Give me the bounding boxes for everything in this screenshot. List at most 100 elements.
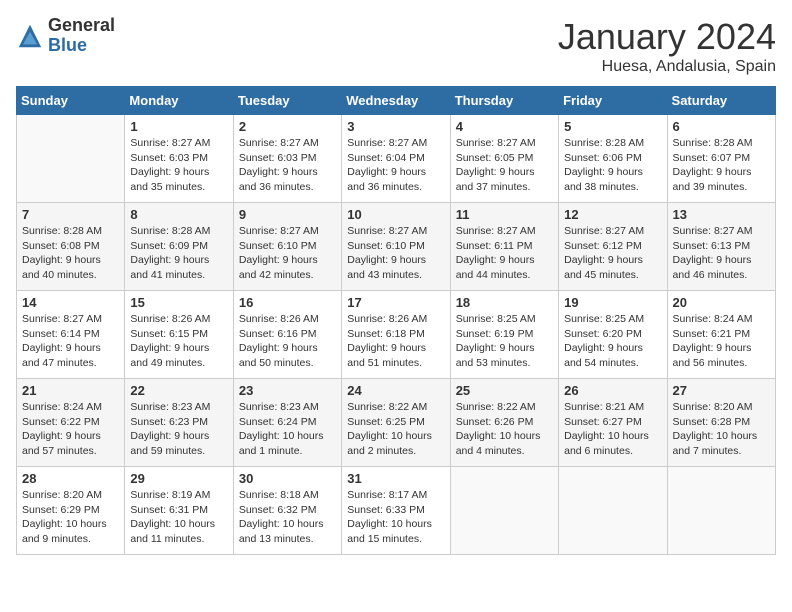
title-section: January 2024 Huesa, Andalusia, Spain [558, 16, 776, 76]
day-number: 25 [456, 383, 553, 398]
day-number: 5 [564, 119, 661, 134]
calendar-cell: 5 Sunrise: 8:28 AM Sunset: 6:06 PM Daylig… [559, 115, 667, 203]
calendar-cell: 21 Sunrise: 8:24 AM Sunset: 6:22 PM Dayli… [17, 379, 125, 467]
calendar-cell [559, 467, 667, 555]
day-info: Sunrise: 8:27 AM Sunset: 6:05 PM Dayligh… [456, 136, 553, 195]
day-info: Sunrise: 8:28 AM Sunset: 6:07 PM Dayligh… [673, 136, 770, 195]
day-number: 1 [130, 119, 227, 134]
day-info: Sunrise: 8:27 AM Sunset: 6:12 PM Dayligh… [564, 224, 661, 283]
calendar-cell: 11 Sunrise: 8:27 AM Sunset: 6:11 PM Dayli… [450, 203, 558, 291]
calendar-cell [667, 467, 775, 555]
calendar-cell: 12 Sunrise: 8:27 AM Sunset: 6:12 PM Dayli… [559, 203, 667, 291]
day-number: 2 [239, 119, 336, 134]
day-info: Sunrise: 8:27 AM Sunset: 6:13 PM Dayligh… [673, 224, 770, 283]
week-row-1: 1 Sunrise: 8:27 AM Sunset: 6:03 PM Daylig… [17, 115, 776, 203]
calendar-cell: 29Sunrise: 8:19 AM Sunset: 6:31 PM Dayli… [125, 467, 233, 555]
week-row-5: 28 Sunrise: 8:20 AM Sunset: 6:29 PM Dayli… [17, 467, 776, 555]
day-info: Sunrise: 8:17 AM Sunset: 6:33 PM Dayligh… [347, 488, 444, 547]
location-subtitle: Huesa, Andalusia, Spain [558, 58, 776, 76]
day-number: 22 [130, 383, 227, 398]
day-info: Sunrise: 8:20 AM Sunset: 6:28 PM Dayligh… [673, 400, 770, 459]
day-number: 19 [564, 295, 661, 310]
calendar-cell: 18 Sunrise: 8:25 AM Sunset: 6:19 PM Dayli… [450, 291, 558, 379]
header-friday: Friday [559, 87, 667, 115]
calendar-cell: 19 Sunrise: 8:25 AM Sunset: 6:20 PM Dayli… [559, 291, 667, 379]
logo: General Blue [16, 16, 115, 56]
day-info: Sunrise: 8:23 AM Sunset: 6:23 PM Dayligh… [130, 400, 227, 459]
day-number: 15 [130, 295, 227, 310]
day-info: Sunrise: 8:18 AM Sunset: 6:32 PM Dayligh… [239, 488, 336, 547]
calendar-cell: 16 Sunrise: 8:26 AM Sunset: 6:16 PM Dayli… [233, 291, 341, 379]
day-number: 23 [239, 383, 336, 398]
calendar-cell [450, 467, 558, 555]
day-info: Sunrise: 8:22 AM Sunset: 6:26 PM Dayligh… [456, 400, 553, 459]
day-number: 20 [673, 295, 770, 310]
day-number: 27 [673, 383, 770, 398]
day-info: Sunrise: 8:26 AM Sunset: 6:18 PM Dayligh… [347, 312, 444, 371]
day-info: Sunrise: 8:24 AM Sunset: 6:22 PM Dayligh… [22, 400, 119, 459]
day-info: Sunrise: 8:23 AM Sunset: 6:24 PM Dayligh… [239, 400, 336, 459]
day-number: 16 [239, 295, 336, 310]
day-number: 10 [347, 207, 444, 222]
day-number: 24 [347, 383, 444, 398]
calendar-cell: 28 Sunrise: 8:20 AM Sunset: 6:29 PM Dayli… [17, 467, 125, 555]
day-info: Sunrise: 8:27 AM Sunset: 6:10 PM Dayligh… [239, 224, 336, 283]
day-info: Sunrise: 8:27 AM Sunset: 6:10 PM Dayligh… [347, 224, 444, 283]
calendar-cell: 31Sunrise: 8:17 AM Sunset: 6:33 PM Dayli… [342, 467, 450, 555]
day-number: 13 [673, 207, 770, 222]
day-number: 30 [239, 471, 336, 486]
calendar-cell: 6Sunrise: 8:28 AM Sunset: 6:07 PM Daylig… [667, 115, 775, 203]
day-info: Sunrise: 8:28 AM Sunset: 6:08 PM Dayligh… [22, 224, 119, 283]
day-number: 21 [22, 383, 119, 398]
page-header: General Blue January 2024 Huesa, Andalus… [16, 16, 776, 76]
calendar-cell: 2Sunrise: 8:27 AM Sunset: 6:03 PM Daylig… [233, 115, 341, 203]
calendar-cell: 22 Sunrise: 8:23 AM Sunset: 6:23 PM Dayli… [125, 379, 233, 467]
day-info: Sunrise: 8:27 AM Sunset: 6:11 PM Dayligh… [456, 224, 553, 283]
day-info: Sunrise: 8:25 AM Sunset: 6:20 PM Dayligh… [564, 312, 661, 371]
day-number: 12 [564, 207, 661, 222]
day-info: Sunrise: 8:24 AM Sunset: 6:21 PM Dayligh… [673, 312, 770, 371]
calendar-cell: 1 Sunrise: 8:27 AM Sunset: 6:03 PM Daylig… [125, 115, 233, 203]
day-number: 7 [22, 207, 119, 222]
calendar-cell: 24 Sunrise: 8:22 AM Sunset: 6:25 PM Dayli… [342, 379, 450, 467]
calendar-cell: 7 Sunrise: 8:28 AM Sunset: 6:08 PM Daylig… [17, 203, 125, 291]
week-row-2: 7 Sunrise: 8:28 AM Sunset: 6:08 PM Daylig… [17, 203, 776, 291]
calendar-cell: 14Sunrise: 8:27 AM Sunset: 6:14 PM Dayli… [17, 291, 125, 379]
calendar-cell: 20 Sunrise: 8:24 AM Sunset: 6:21 PM Dayli… [667, 291, 775, 379]
calendar-cell: 25 Sunrise: 8:22 AM Sunset: 6:26 PM Dayli… [450, 379, 558, 467]
logo-icon [16, 22, 44, 50]
day-info: Sunrise: 8:25 AM Sunset: 6:19 PM Dayligh… [456, 312, 553, 371]
day-number: 18 [456, 295, 553, 310]
day-info: Sunrise: 8:26 AM Sunset: 6:15 PM Dayligh… [130, 312, 227, 371]
calendar-cell: 27 Sunrise: 8:20 AM Sunset: 6:28 PM Dayli… [667, 379, 775, 467]
day-info: Sunrise: 8:22 AM Sunset: 6:25 PM Dayligh… [347, 400, 444, 459]
header-tuesday: Tuesday [233, 87, 341, 115]
header-wednesday: Wednesday [342, 87, 450, 115]
day-number: 11 [456, 207, 553, 222]
month-title: January 2024 [558, 16, 776, 58]
day-number: 17 [347, 295, 444, 310]
day-info: Sunrise: 8:27 AM Sunset: 6:04 PM Dayligh… [347, 136, 444, 195]
header-sunday: Sunday [17, 87, 125, 115]
day-info: Sunrise: 8:27 AM Sunset: 6:03 PM Dayligh… [130, 136, 227, 195]
day-info: Sunrise: 8:28 AM Sunset: 6:06 PM Dayligh… [564, 136, 661, 195]
calendar-cell: 17 Sunrise: 8:26 AM Sunset: 6:18 PM Dayli… [342, 291, 450, 379]
calendar-cell: 9Sunrise: 8:27 AM Sunset: 6:10 PM Daylig… [233, 203, 341, 291]
calendar-cell [17, 115, 125, 203]
day-number: 26 [564, 383, 661, 398]
day-info: Sunrise: 8:20 AM Sunset: 6:29 PM Dayligh… [22, 488, 119, 547]
calendar-cell: 23 Sunrise: 8:23 AM Sunset: 6:24 PM Dayli… [233, 379, 341, 467]
day-number: 14 [22, 295, 119, 310]
calendar-cell: 10 Sunrise: 8:27 AM Sunset: 6:10 PM Dayli… [342, 203, 450, 291]
week-row-4: 21 Sunrise: 8:24 AM Sunset: 6:22 PM Dayli… [17, 379, 776, 467]
logo-general: General [48, 16, 115, 36]
day-number: 4 [456, 119, 553, 134]
day-number: 28 [22, 471, 119, 486]
day-number: 3 [347, 119, 444, 134]
calendar-cell: 13 Sunrise: 8:27 AM Sunset: 6:13 PM Dayli… [667, 203, 775, 291]
logo-blue: Blue [48, 36, 115, 56]
day-info: Sunrise: 8:28 AM Sunset: 6:09 PM Dayligh… [130, 224, 227, 283]
day-info: Sunrise: 8:26 AM Sunset: 6:16 PM Dayligh… [239, 312, 336, 371]
day-info: Sunrise: 8:21 AM Sunset: 6:27 PM Dayligh… [564, 400, 661, 459]
header-thursday: Thursday [450, 87, 558, 115]
